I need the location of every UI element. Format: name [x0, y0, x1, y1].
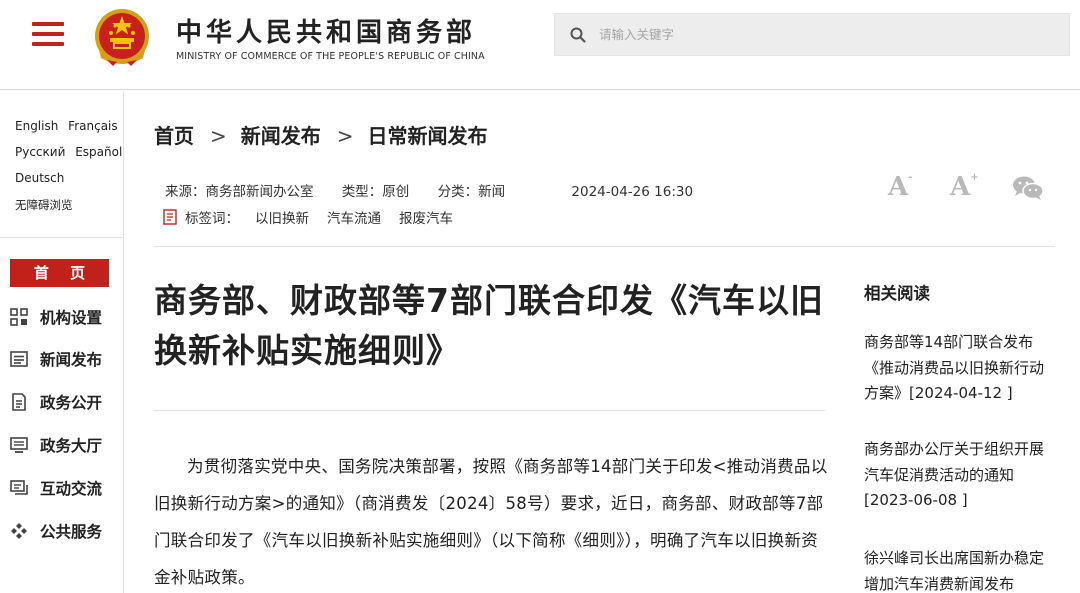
meta-divider: [154, 246, 1055, 247]
lang-russian-link[interactable]: Русский: [15, 145, 65, 159]
nav-label: 公共服务: [40, 523, 103, 541]
article-body: 为贯彻落实党中央、国务院决策部署，按照《商务部等14部门关于印发<推动消费品以旧…: [154, 457, 828, 587]
breadcrumb-news[interactable]: 新闻发布: [241, 124, 321, 148]
service-hall-icon: [10, 437, 28, 453]
chevron-right-icon: >: [210, 124, 227, 148]
chevron-right-icon: >: [336, 124, 354, 148]
search-input[interactable]: [599, 14, 1059, 55]
related-item[interactable]: 商务部办公厅关于组织开展汽车促消费活动的通知[2023-06-08 ]: [864, 437, 1054, 514]
nav-item-news[interactable]: 新闻发布: [10, 346, 102, 372]
title-divider: [154, 410, 825, 411]
nav-label: 新闻发布: [40, 351, 103, 369]
accessibility-link[interactable]: 无障碍浏览: [15, 198, 73, 212]
left-sidebar: English Français Русский Español Deutsch…: [0, 91, 124, 593]
lang-german-link[interactable]: Deutsch: [15, 171, 64, 185]
related-reading: 相关阅读 商务部等14部门联合发布《推动消费品以旧换新行动方案》[2024-04…: [864, 276, 1064, 593]
lang-spanish-link[interactable]: Español: [75, 145, 122, 159]
home-nav-button[interactable]: 首 页: [10, 259, 109, 287]
news-list-icon: [10, 351, 28, 367]
service-diamond-icon: [11, 523, 27, 539]
menu-icon[interactable]: [32, 22, 64, 46]
breadcrumb-home[interactable]: 首页: [154, 124, 194, 148]
related-item[interactable]: 商务部等14部门联合发布《推动消费品以旧换新行动方案》[2024-04-12 ]: [864, 330, 1054, 407]
font-increase-label: A: [950, 172, 971, 202]
nav-item-interaction[interactable]: 互动交流: [10, 475, 102, 501]
site-header: 中华人民共和国商务部 MINISTRY OF COMMERCE OF THE P…: [0, 0, 1080, 90]
meta-source: 来源：商务部新闻办公室: [165, 184, 314, 200]
article-title: 商务部、财政部等7部门联合印发《汽车以旧换新补贴实施细则》: [154, 281, 824, 370]
nav-item-public-service[interactable]: 公共服务: [10, 518, 102, 544]
nav-label: 政务大厅: [40, 437, 103, 455]
tags-label: 标签词：: [185, 211, 239, 227]
related-title: 相关阅读: [864, 284, 930, 303]
article-meta: 来源：商务部新闻办公室 类型：原创 分类：新闻 2024-04-26 16:30: [165, 180, 693, 200]
language-row-1: English Français: [15, 119, 124, 133]
search-box: [554, 13, 1070, 56]
breadcrumb-daily-news[interactable]: 日常新闻发布: [368, 124, 488, 148]
wechat-icon[interactable]: [1012, 175, 1044, 201]
lang-french-link[interactable]: Français: [68, 119, 117, 133]
tag-link[interactable]: 以旧换新: [255, 207, 309, 227]
nav-item-service-hall[interactable]: 政务大厅: [10, 432, 102, 458]
site-title: 中华人民共和国商务部: [176, 18, 477, 48]
breadcrumb: 首页 > 新闻发布 > 日常新闻发布: [154, 120, 488, 149]
nav-label: 机构设置: [40, 309, 103, 327]
nav-item-org[interactable]: 机构设置: [10, 304, 102, 330]
font-decrease-button[interactable]: A-: [888, 172, 912, 202]
site-subtitle: MINISTRY OF COMMERCE OF THE PEOPLE'S REP…: [176, 51, 485, 62]
tag-link[interactable]: 报废汽车: [399, 207, 453, 227]
chat-icon: [10, 480, 28, 495]
org-structure-icon: [10, 308, 28, 326]
tag-link[interactable]: 汽车流通: [327, 207, 381, 227]
font-increase-button[interactable]: A+: [950, 172, 979, 202]
sidebar-divider: [0, 237, 124, 238]
language-row-3: Deutsch: [15, 171, 70, 185]
meta-type: 类型：原创: [341, 184, 410, 200]
lang-english-link[interactable]: English: [15, 119, 58, 133]
language-row-2: Русский Español: [15, 145, 128, 159]
meta-category: 分类：新闻: [437, 184, 506, 200]
nav-item-gov-affairs[interactable]: 政务公开: [10, 389, 102, 415]
accessibility-row: 无障碍浏览: [15, 197, 79, 213]
tag-icon: [163, 209, 177, 225]
nav-label: 政务公开: [40, 394, 103, 412]
font-decrease-label: A: [888, 172, 909, 202]
document-icon: [12, 393, 26, 411]
meta-datetime: 2024-04-26 16:30: [571, 184, 694, 200]
national-emblem-logo: [95, 9, 149, 66]
nav-label: 互动交流: [40, 480, 103, 498]
article-tags: 标签词： 以旧换新 汽车流通 报废汽车: [163, 207, 471, 227]
related-item[interactable]: 徐兴峰司长出席国新办稳定增加汽车消费新闻发布: [864, 546, 1054, 593]
search-icon[interactable]: [570, 27, 586, 43]
